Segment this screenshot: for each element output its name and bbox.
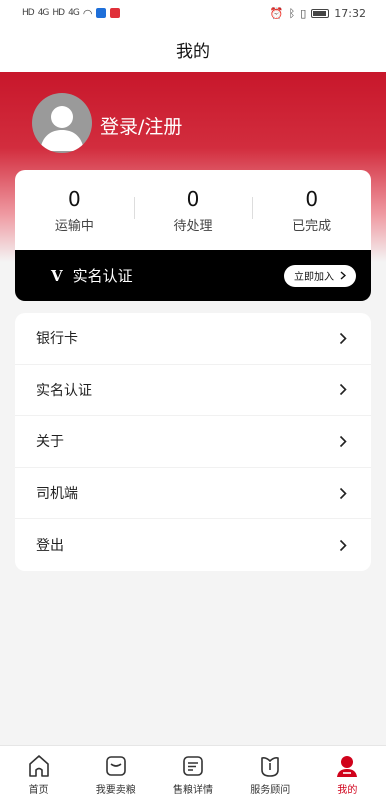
tab-label: 我的 xyxy=(337,785,358,796)
menu-item-about[interactable]: 关于 xyxy=(15,416,371,468)
menu-item-label: 登出 xyxy=(36,538,64,555)
order-stats: 0 运输中 0 待处理 0 已完成 xyxy=(15,170,371,250)
tab-label: 我要卖粮 xyxy=(95,785,136,796)
menu-item-verification[interactable]: 实名认证 xyxy=(15,365,371,417)
advisor-icon xyxy=(261,757,280,777)
status-bar: HD 4G HD 4G ◠ ⏰ ᛒ ▯ 17:32 xyxy=(0,0,386,26)
vibrate-icon: ▯ xyxy=(300,6,307,20)
chevron-right-icon xyxy=(337,331,349,345)
tab-service-advisor[interactable]: 服务顾问 xyxy=(232,746,309,800)
menu-item-label: 银行卡 xyxy=(36,331,78,348)
tab-label: 售粮详情 xyxy=(173,785,213,796)
page-title: 我的 xyxy=(176,41,210,62)
stat-value: 0 xyxy=(67,186,81,211)
stat-completed[interactable]: 0 已完成 xyxy=(252,187,371,234)
avatar[interactable] xyxy=(32,93,92,153)
menu-item-label: 实名认证 xyxy=(36,382,92,399)
settings-menu: 银行卡 实名认证 关于 司机端 登出 xyxy=(15,313,371,571)
stat-in-transit[interactable]: 0 运输中 xyxy=(15,187,134,234)
menu-item-label: 司机端 xyxy=(36,486,78,503)
stat-label: 运输中 xyxy=(54,218,94,234)
bluetooth-icon: ᛒ xyxy=(288,6,296,20)
status-bar-left: HD 4G HD 4G ◠ xyxy=(22,6,121,20)
vip-badge-icon: V xyxy=(51,266,63,285)
tab-label: 服务顾问 xyxy=(250,785,291,796)
page-header: 我的 xyxy=(0,26,386,72)
signal-label-2: 4G xyxy=(37,8,50,18)
home-icon xyxy=(28,755,49,777)
chevron-right-icon xyxy=(337,486,349,500)
menu-item-bank-card[interactable]: 银行卡 xyxy=(15,313,371,365)
join-now-label: 立即加入 xyxy=(294,272,334,283)
default-avatar-icon xyxy=(40,106,84,151)
verification-title: 实名认证 xyxy=(72,267,133,285)
stat-label: 待处理 xyxy=(173,218,213,234)
signal-label-3: HD xyxy=(52,8,65,18)
stat-label: 已完成 xyxy=(292,218,332,234)
verification-banner: V 实名认证 立即加入 xyxy=(15,250,371,301)
app-notification-icon xyxy=(96,8,107,18)
chevron-right-icon xyxy=(337,538,349,552)
chevron-right-icon xyxy=(337,383,349,397)
chevron-right-icon xyxy=(337,434,349,448)
stat-pending[interactable]: 0 待处理 xyxy=(133,186,253,234)
alarm-icon: ⏰ xyxy=(269,6,284,20)
tab-sale-details[interactable]: 售粮详情 xyxy=(154,746,231,800)
verification-banner-title: V 实名认证 xyxy=(51,265,133,286)
battery-icon xyxy=(311,8,330,18)
stats-card: 0 运输中 0 待处理 0 已完成 V 实名认证 立即加入 xyxy=(15,170,371,301)
tab-profile[interactable]: 我的 xyxy=(309,746,386,800)
join-now-button[interactable]: 立即加入 xyxy=(284,264,356,287)
tab-home[interactable]: 首页 xyxy=(0,746,77,800)
wifi-icon: ◠ xyxy=(82,6,93,20)
menu-item-label: 关于 xyxy=(36,434,64,451)
clock: 17:32 xyxy=(334,6,366,20)
stat-value: 0 xyxy=(305,186,319,211)
signal-label-1: HD xyxy=(22,8,35,18)
signal-label-4: 4G xyxy=(68,8,80,18)
details-icon xyxy=(183,756,203,776)
tab-sell-grain[interactable]: 我要卖粮 xyxy=(77,746,154,800)
profile-icon xyxy=(337,756,358,777)
menu-item-driver[interactable]: 司机端 xyxy=(15,468,371,520)
login-register-link[interactable]: 登录/注册 xyxy=(100,112,182,139)
stat-value: 0 xyxy=(186,186,200,211)
status-bar-right: ⏰ ᛒ ▯ 17:32 xyxy=(270,7,366,20)
menu-item-logout[interactable]: 登出 xyxy=(15,519,371,571)
chevron-right-icon xyxy=(340,271,346,280)
tab-label: 首页 xyxy=(28,785,49,796)
sell-icon xyxy=(105,756,126,776)
mail-notification-icon xyxy=(110,8,121,18)
bottom-tab-bar: 首页 我要卖粮 售粮详情 服务顾问 我的 xyxy=(0,745,386,800)
